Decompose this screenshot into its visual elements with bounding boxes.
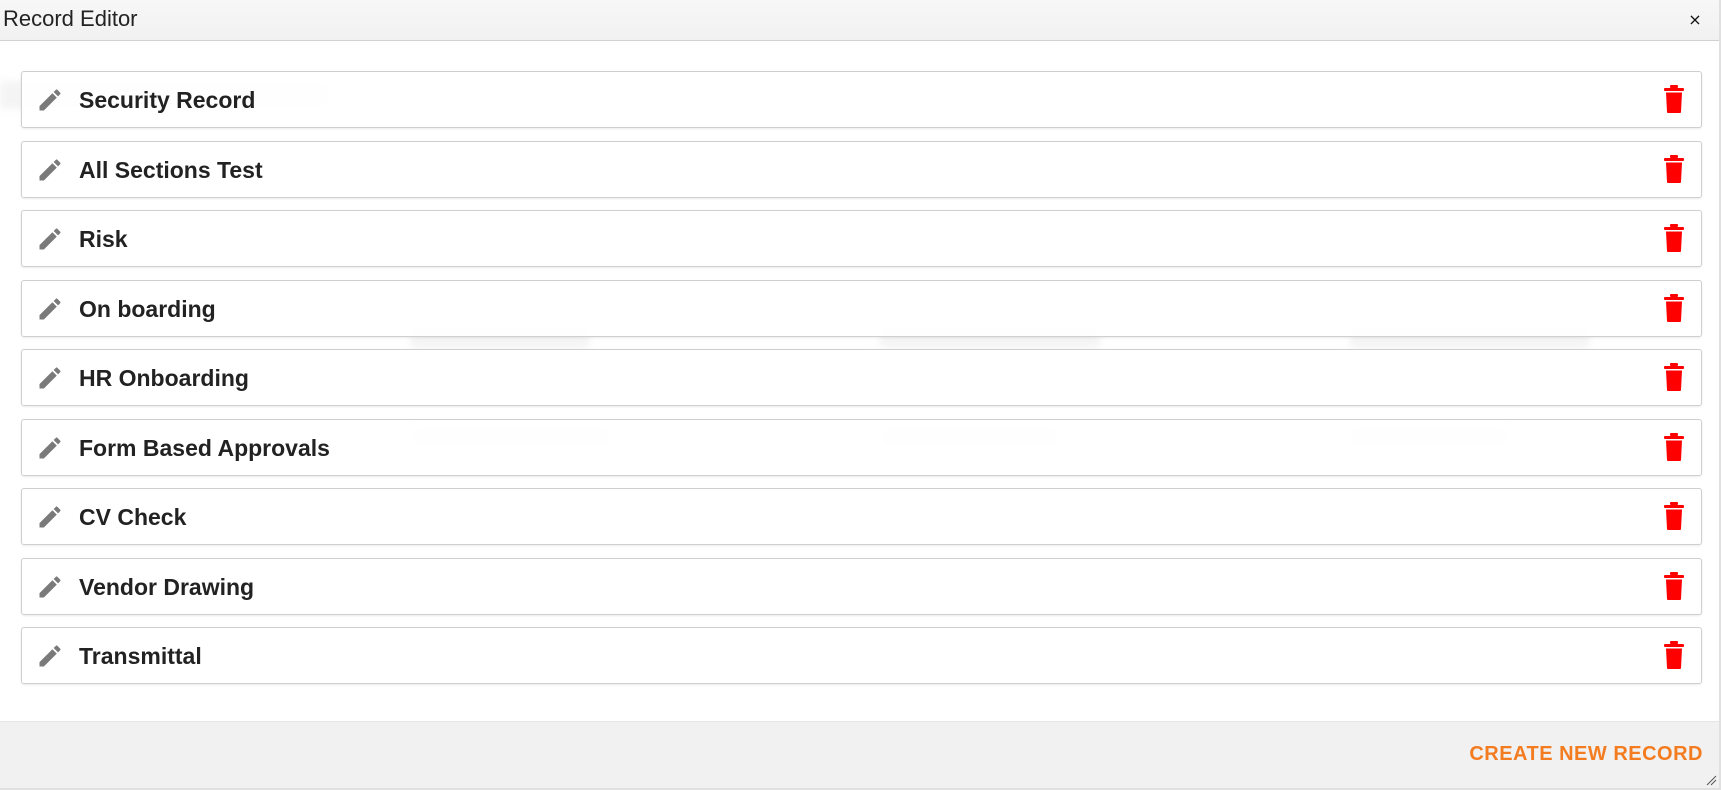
pencil-icon[interactable] xyxy=(36,295,64,323)
trash-icon[interactable] xyxy=(1663,502,1685,530)
pencil-icon[interactable] xyxy=(36,86,64,114)
pencil-icon[interactable] xyxy=(36,156,64,184)
record-row[interactable]: Vendor Drawing xyxy=(21,557,1702,615)
record-row[interactable]: Risk xyxy=(21,210,1702,267)
record-label: On boarding xyxy=(79,295,216,322)
record-editor-dialog: Record Editor × Security Record All Secti… xyxy=(0,0,1721,790)
dialog-content: Security Record All Sections Test Risk On b… xyxy=(0,41,1719,721)
record-row[interactable]: HR Onboarding xyxy=(21,349,1702,406)
trash-icon[interactable] xyxy=(1663,85,1685,113)
record-row[interactable]: All Sections Test xyxy=(21,140,1702,198)
trash-icon[interactable] xyxy=(1663,571,1685,600)
close-button[interactable]: × xyxy=(1685,8,1705,32)
trash-icon[interactable] xyxy=(1663,641,1685,669)
record-label: Form Based Approvals xyxy=(79,434,330,461)
trash-icon[interactable] xyxy=(1663,432,1685,461)
record-label: Vendor Drawing xyxy=(79,573,255,600)
pencil-icon[interactable] xyxy=(36,364,64,392)
pencil-icon[interactable] xyxy=(36,642,64,670)
record-row[interactable]: Transmittal xyxy=(21,627,1702,684)
dialog-titlebar[interactable]: Record Editor × xyxy=(0,0,1719,41)
record-list: Security Record All Sections Test Risk On b… xyxy=(21,71,1702,697)
resize-grip-icon[interactable] xyxy=(1705,774,1717,786)
record-row[interactable]: On boarding xyxy=(21,279,1702,337)
pencil-icon[interactable] xyxy=(36,225,64,253)
pencil-icon[interactable] xyxy=(36,573,64,601)
pencil-icon[interactable] xyxy=(36,503,64,531)
record-label: All Sections Test xyxy=(79,156,263,183)
record-row[interactable]: Security Record xyxy=(21,71,1702,128)
pencil-icon[interactable] xyxy=(36,434,64,462)
trash-icon[interactable] xyxy=(1663,154,1685,183)
record-row[interactable]: Form Based Approvals xyxy=(21,418,1702,476)
record-label: HR Onboarding xyxy=(79,365,249,391)
record-row[interactable]: CV Check xyxy=(21,488,1702,545)
record-label: Risk xyxy=(79,226,128,252)
create-new-record-button[interactable]: CREATE NEW RECORD xyxy=(1469,742,1703,766)
dialog-title: Record Editor xyxy=(3,6,138,31)
trash-icon[interactable] xyxy=(1663,224,1685,252)
record-label: CV Check xyxy=(79,504,187,530)
dialog-footer: CREATE NEW RECORD xyxy=(0,721,1719,788)
record-label: Security Record xyxy=(79,87,256,113)
record-label: Transmittal xyxy=(79,643,202,669)
trash-icon[interactable] xyxy=(1663,363,1685,391)
trash-icon[interactable] xyxy=(1663,293,1685,322)
